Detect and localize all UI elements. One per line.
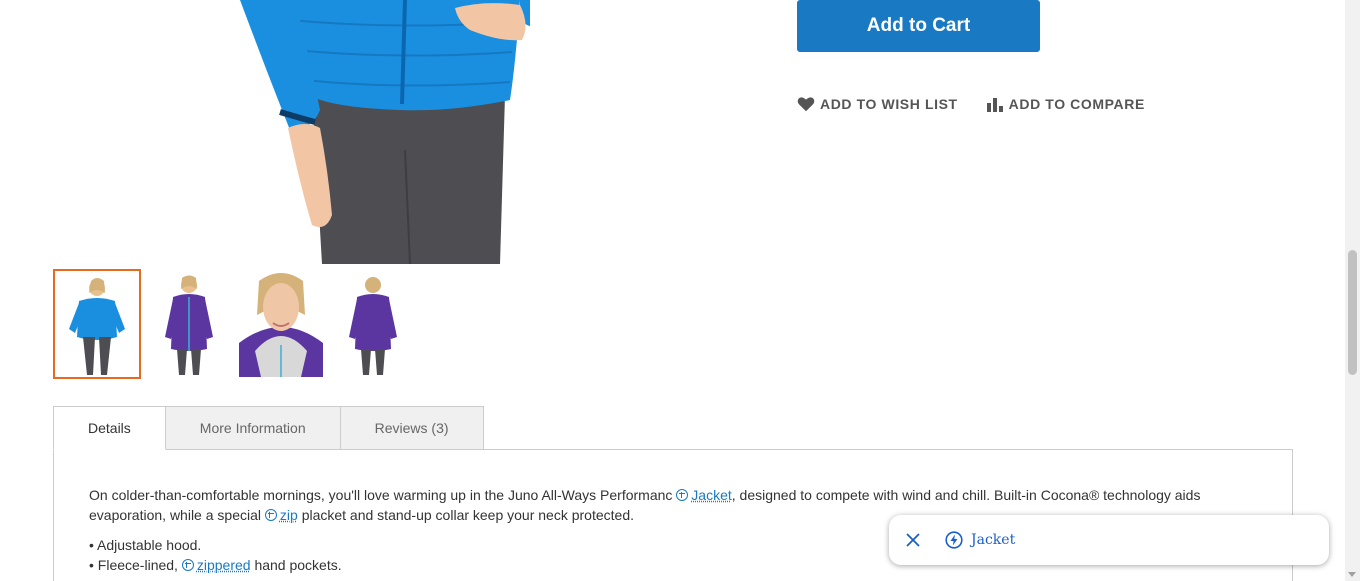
popup-keyword-label[interactable]: Jacket bbox=[971, 532, 1015, 548]
heart-icon bbox=[797, 96, 815, 112]
keyword-link-zip[interactable]: zip bbox=[264, 507, 298, 523]
tab-reviews[interactable]: Reviews (3) bbox=[339, 406, 484, 450]
thumbnail-3[interactable] bbox=[237, 269, 325, 379]
compare-label: ADD TO COMPARE bbox=[1008, 96, 1145, 112]
plus-circle-icon bbox=[264, 509, 277, 521]
thumbnail-2[interactable] bbox=[145, 269, 233, 379]
scroll-down-arrow-icon[interactable] bbox=[1348, 572, 1356, 577]
keyword-link-zippered[interactable]: zippered bbox=[181, 557, 251, 573]
thumbnail-1[interactable] bbox=[53, 269, 141, 379]
page-scrollbar[interactable] bbox=[1345, 0, 1360, 581]
add-to-wishlist-link[interactable]: ADD TO WISH LIST bbox=[797, 96, 958, 112]
keyword-popup: Jacket bbox=[889, 515, 1329, 565]
keyword-zip-label: zip bbox=[279, 507, 298, 523]
product-main-image[interactable] bbox=[200, 0, 530, 264]
feature-text: • Adjustable hood. bbox=[89, 537, 202, 553]
product-actions: ADD TO WISH LIST ADD TO COMPARE bbox=[797, 96, 1145, 112]
keyword-link-jacket[interactable]: Jacket bbox=[676, 487, 732, 503]
feature-text: • Fleece-lined, bbox=[89, 557, 178, 573]
plus-circle-icon bbox=[181, 559, 194, 571]
add-to-cart-button[interactable]: Add to Cart bbox=[797, 0, 1040, 52]
tab-details[interactable]: Details bbox=[53, 406, 166, 450]
add-to-compare-link[interactable]: ADD TO COMPARE bbox=[986, 96, 1145, 112]
scrollbar-thumb[interactable] bbox=[1348, 250, 1357, 375]
description-text-1: On colder-than-comfortable mornings, you… bbox=[89, 487, 673, 503]
compare-chart-icon bbox=[986, 96, 1004, 112]
plus-circle-icon bbox=[676, 489, 689, 501]
tab-more-information[interactable]: More Information bbox=[164, 406, 341, 450]
feature-text: hand pockets. bbox=[254, 557, 342, 573]
bolt-icon bbox=[945, 531, 963, 549]
wishlist-label: ADD TO WISH LIST bbox=[820, 96, 958, 112]
thumbnail-strip bbox=[53, 269, 417, 379]
description-text-3: placket and stand-up collar keep your ne… bbox=[301, 507, 634, 523]
thumbnail-4[interactable] bbox=[329, 269, 417, 379]
close-icon[interactable] bbox=[905, 532, 921, 548]
keyword-zippered-label: zippered bbox=[196, 557, 251, 573]
product-info-tabs: Details More Information Reviews (3) bbox=[53, 406, 484, 450]
keyword-jacket-label: Jacket bbox=[691, 487, 732, 503]
